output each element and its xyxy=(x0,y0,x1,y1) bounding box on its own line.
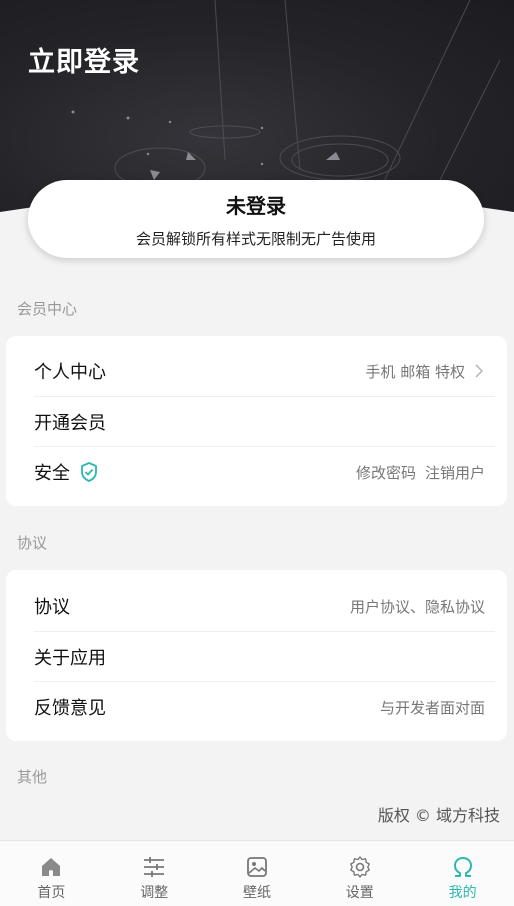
tab-label: 我的 xyxy=(448,885,477,901)
omega-icon xyxy=(453,857,472,877)
row-open-vip[interactable]: 开通会员 xyxy=(34,396,495,446)
row-personal-center[interactable]: 个人中心 手机 邮箱 特权 xyxy=(34,346,495,396)
row-feedback[interactable]: 反馈意见 与开发者面对面 xyxy=(34,681,495,731)
tab-home[interactable]: 首页 xyxy=(0,841,103,906)
tab-label: 壁纸 xyxy=(242,885,271,901)
row-detail: 与开发者面对面 xyxy=(379,698,485,717)
row-label: 协议 xyxy=(34,597,70,618)
row-label: 安全 xyxy=(34,462,70,484)
row-agreement[interactable]: 协议 用户协议、隐私协议 xyxy=(34,581,495,631)
tab-label: 设置 xyxy=(345,885,374,901)
home-icon xyxy=(42,858,61,876)
copyright-text: 版权 © 域方科技 xyxy=(377,806,500,825)
login-status: 未登录 xyxy=(226,194,286,218)
row-detail: 用户协议、隐私协议 xyxy=(349,597,485,616)
bottom-tab-bar: 首页 调整 壁纸 设置 我的 xyxy=(0,840,514,906)
shield-check-icon xyxy=(81,461,97,482)
section-title-member: 会员中心 xyxy=(17,300,78,318)
agreement-card: 协议 用户协议、隐私协议 关于应用 反馈意见 与开发者面对面 xyxy=(6,570,507,741)
login-now-title[interactable]: 立即登录 xyxy=(28,40,140,79)
gear-icon xyxy=(349,856,370,878)
change-password-link[interactable]: 修改密码 xyxy=(356,462,416,483)
login-description: 会员解锁所有样式无限制无广告使用 xyxy=(135,230,376,248)
tab-wallpaper[interactable]: 壁纸 xyxy=(206,841,309,906)
row-security: 安全 修改密码 注销用户 xyxy=(34,446,495,496)
row-label: 反馈意见 xyxy=(34,697,106,719)
delete-account-link[interactable]: 注销用户 xyxy=(425,462,485,483)
member-card: 个人中心 手机 邮箱 特权 开通会员 安全 修改密码 注销用户 xyxy=(6,336,507,506)
tab-settings[interactable]: 设置 xyxy=(308,841,411,906)
login-status-card[interactable]: 未登录 会员解锁所有样式无限制无广告使用 xyxy=(28,180,484,258)
section-title-other: 其他 xyxy=(17,768,48,786)
section-title-agreement: 协议 xyxy=(17,534,48,552)
row-label: 关于应用 xyxy=(34,647,106,669)
row-label: 开通会员 xyxy=(34,412,106,434)
tab-adjust[interactable]: 调整 xyxy=(103,841,206,906)
image-icon xyxy=(247,857,267,877)
tab-label: 调整 xyxy=(140,885,169,901)
tab-label: 首页 xyxy=(37,885,66,901)
row-label: 个人中心 xyxy=(34,362,106,383)
row-about-app[interactable]: 关于应用 xyxy=(34,631,495,681)
row-detail: 手机 邮箱 特权 xyxy=(365,362,465,381)
tab-mine[interactable]: 我的 xyxy=(411,841,514,906)
sliders-icon xyxy=(144,857,165,877)
chevron-right-icon xyxy=(475,364,484,378)
